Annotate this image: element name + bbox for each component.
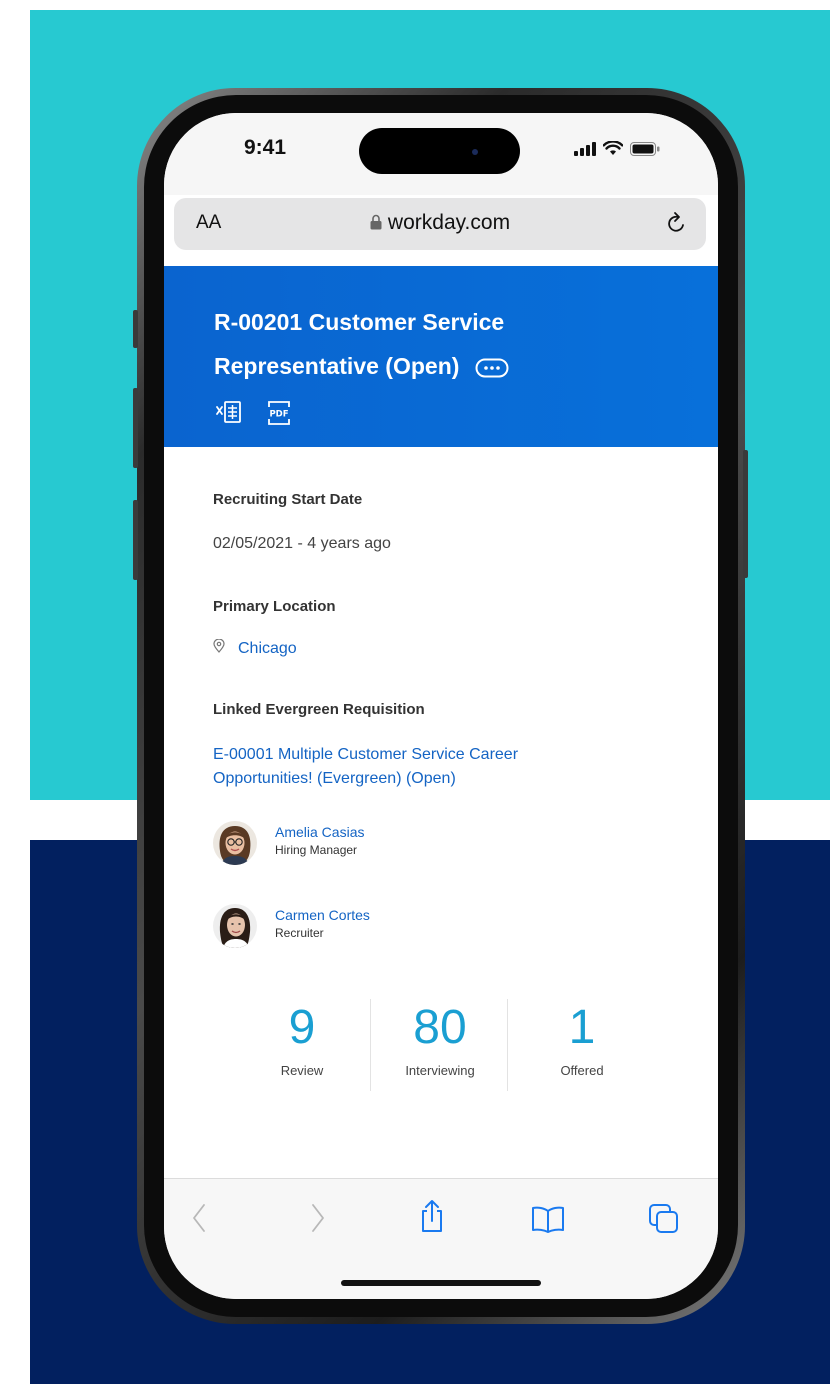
pdf-export-icon[interactable]: PDF	[266, 400, 292, 426]
stat-divider	[370, 999, 371, 1091]
bookmarks-icon[interactable]	[530, 1205, 566, 1233]
excel-export-icon[interactable]	[216, 400, 242, 426]
address-bar[interactable]: AA workday.com	[174, 198, 706, 250]
location-value: Chicago	[238, 640, 297, 657]
location-link[interactable]: Chicago	[213, 639, 297, 658]
camera-dot	[472, 149, 478, 155]
status-time: 9:41	[244, 136, 287, 159]
mute-switch	[133, 310, 138, 348]
hiring-manager-info: Amelia Casias Hiring Manager	[275, 821, 364, 857]
stat-offered-value: 1	[568, 1001, 596, 1054]
forward-icon[interactable]	[310, 1203, 326, 1233]
location-pin-icon	[213, 639, 225, 653]
stat-review[interactable]: 9 Review	[262, 999, 342, 1078]
volume-up-button	[133, 388, 138, 468]
location-label: Primary Location	[213, 598, 336, 615]
hiring-manager-name[interactable]: Amelia Casias	[275, 824, 364, 840]
recruiter-row: Carmen Cortes Recruiter	[213, 904, 370, 948]
status-bar: 9:41	[164, 113, 718, 195]
recruiter-role: Recruiter	[275, 926, 324, 940]
hiring-manager-row: Amelia Casias Hiring Manager	[213, 821, 364, 865]
url-text: workday.com	[387, 211, 511, 234]
stat-interviewing-value: 80	[413, 1001, 467, 1054]
recruiter-info: Carmen Cortes Recruiter	[275, 904, 370, 940]
dynamic-island	[359, 128, 520, 174]
status-icons	[574, 141, 660, 156]
signal-icon	[574, 141, 596, 156]
more-options-icon[interactable]	[475, 358, 509, 378]
share-icon[interactable]	[418, 1199, 446, 1233]
avatar-carmen[interactable]	[213, 904, 257, 948]
stat-interviewing[interactable]: 80 Interviewing	[380, 999, 500, 1078]
requisition-header: R-00201 Customer Service Representative …	[164, 266, 718, 447]
avatar-amelia[interactable]	[213, 821, 257, 865]
requisition-title-block: R-00201 Customer Service Representative …	[214, 300, 594, 388]
stat-review-value: 9	[288, 1001, 316, 1054]
phone-screen: 9:41 AA workday.com R-00201 Customer Ser…	[164, 113, 718, 1299]
export-icons: PDF	[216, 400, 292, 426]
stat-offered[interactable]: 1 Offered	[532, 999, 632, 1078]
start-date-value: 02/05/2021 - 4 years ago	[213, 535, 391, 552]
back-icon[interactable]	[191, 1203, 207, 1233]
url-display[interactable]: workday.com	[174, 211, 706, 235]
stat-offered-label: Offered	[560, 1063, 604, 1078]
home-indicator[interactable]	[341, 1280, 541, 1286]
pipeline-stats: 9 Review 80 Interviewing 1 Offered	[262, 999, 632, 1099]
battery-icon	[630, 141, 660, 156]
start-date-label: Recruiting Start Date	[213, 491, 363, 508]
reload-icon[interactable]	[666, 211, 688, 235]
recruiter-name[interactable]: Carmen Cortes	[275, 907, 370, 923]
linked-requisition-link[interactable]: E-00001 Multiple Customer Service Career…	[213, 743, 573, 791]
volume-down-button	[133, 500, 138, 580]
svg-text:PDF: PDF	[269, 410, 288, 420]
stat-interviewing-label: Interviewing	[405, 1063, 475, 1078]
lock-icon	[370, 214, 382, 230]
linked-requisition-label: Linked Evergreen Requisition	[213, 701, 425, 718]
wifi-icon	[603, 141, 623, 155]
hiring-manager-role: Hiring Manager	[275, 843, 358, 857]
requisition-title: R-00201 Customer Service Representative …	[214, 309, 505, 379]
tabs-icon[interactable]	[648, 1203, 680, 1235]
power-button	[743, 450, 748, 578]
stat-review-label: Review	[280, 1063, 324, 1078]
stat-divider	[507, 999, 508, 1091]
